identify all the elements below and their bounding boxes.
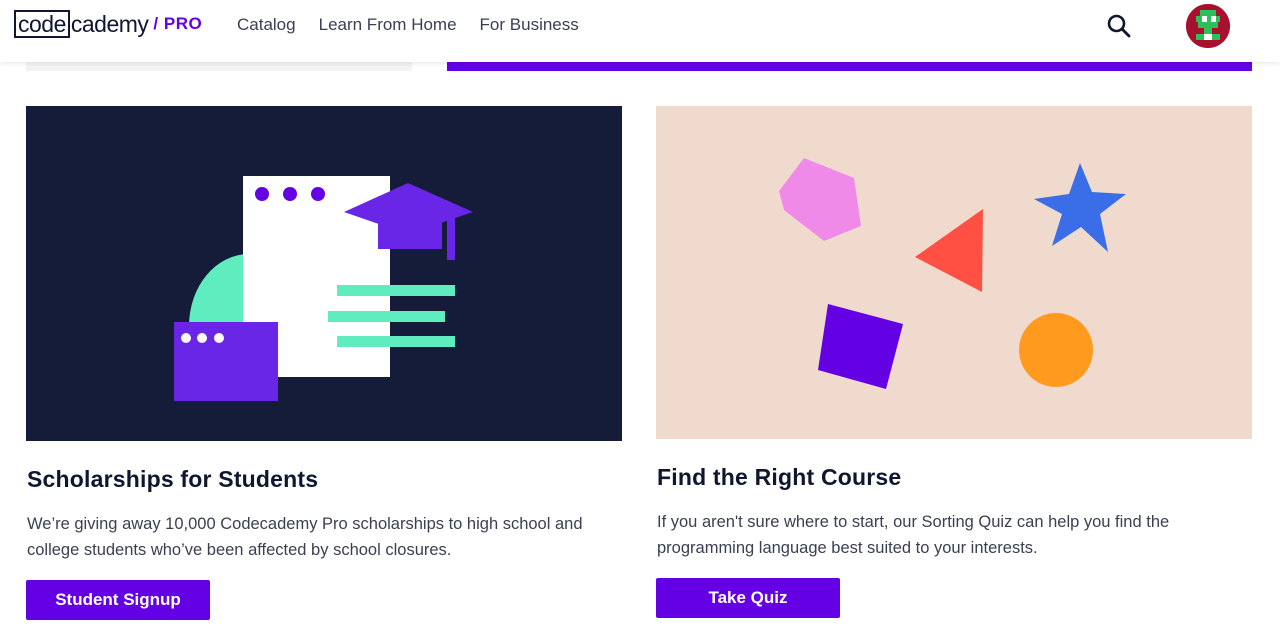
find-course-description: If you aren't sure where to start, our S… [657, 513, 1170, 557]
blue-star-shape [1034, 163, 1126, 252]
browser-window-shape [174, 322, 278, 401]
take-quiz-button[interactable]: Take Quiz [656, 578, 840, 618]
scholarships-description: We’re giving away 10,000 Codecademy Pro … [27, 515, 583, 559]
logo-cademy-text: cademy [70, 11, 149, 37]
pink-pentagon-shape [779, 158, 861, 241]
nav-catalog[interactable]: Catalog [237, 14, 296, 36]
logo-code-box: code [14, 10, 70, 38]
nav-for-business[interactable]: For Business [480, 14, 579, 36]
top-navigation-bar: code cademy / PRO Catalog Learn From Hom… [0, 0, 1280, 62]
previous-card-accent-bar [447, 62, 1252, 71]
sorting-quiz-illustration [656, 106, 1252, 439]
logo-pro-label: / PRO [153, 14, 203, 33]
previous-card-edge [26, 62, 412, 71]
scholarships-title: Scholarships for Students [27, 466, 319, 492]
find-course-title: Find the Right Course [657, 464, 902, 490]
main-nav: Catalog Learn From Home For Business [237, 14, 579, 36]
purple-square-shape [818, 304, 903, 389]
student-signup-button[interactable]: Student Signup [26, 580, 210, 620]
orange-circle-shape [1019, 313, 1093, 387]
search-icon[interactable] [1106, 13, 1132, 39]
mint-semicircle-shape [189, 254, 249, 326]
user-avatar[interactable] [1186, 4, 1230, 48]
scholarship-illustration [26, 106, 622, 441]
codecademy-pro-logo[interactable]: code cademy / PRO [14, 10, 202, 38]
nav-learn-from-home[interactable]: Learn From Home [319, 14, 457, 36]
red-triangle-shape [915, 209, 983, 292]
